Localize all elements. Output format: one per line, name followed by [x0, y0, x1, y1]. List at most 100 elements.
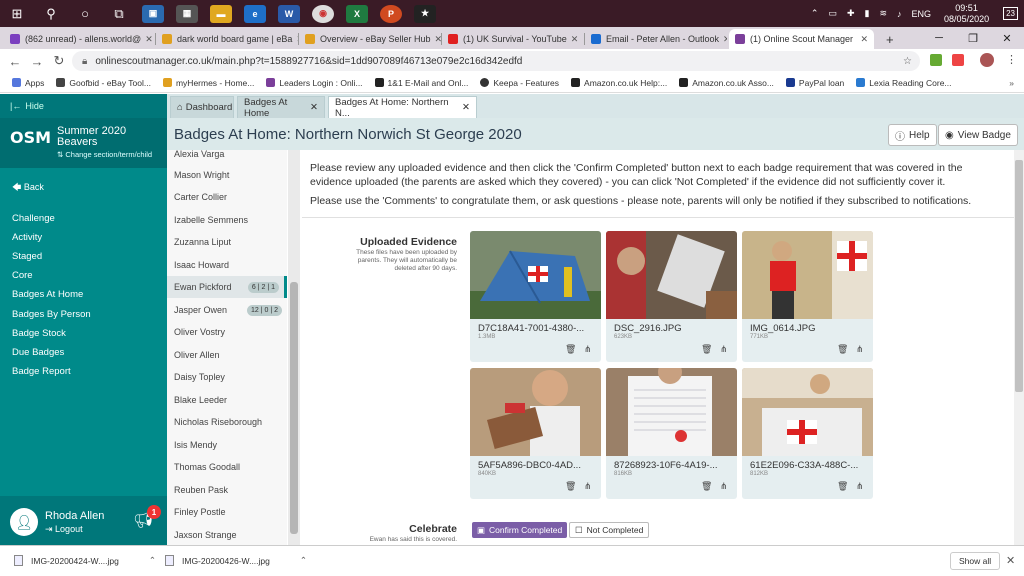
tab-badges-at-home-northern[interactable]: Badges At Home: Northern N... ✕	[328, 96, 477, 119]
excel-icon[interactable]: X	[346, 4, 368, 23]
share-icon[interactable]: ⋔	[856, 481, 864, 492]
hide-sidebar-button[interactable]: |← Hide	[0, 94, 167, 118]
logout-link[interactable]: ⇥ Logout	[45, 524, 83, 535]
member-item[interactable]: Carter Collier	[167, 186, 287, 208]
reload-icon[interactable]: ↻	[48, 53, 70, 69]
evidence-thumbnail[interactable]	[470, 231, 601, 319]
evidence-thumbnail[interactable]	[470, 368, 601, 456]
search-icon[interactable]: ⚲	[34, 0, 68, 27]
close-icon[interactable]: ✕	[310, 102, 318, 113]
nav-item-badges-at-home[interactable]: Badges At Home	[12, 289, 83, 300]
word-icon[interactable]: W	[278, 4, 300, 23]
browser-tab[interactable]: (862 unread) - allens.world@ ✕	[4, 29, 154, 49]
tab-dashboard[interactable]: ⌂ Dashboard	[170, 96, 234, 118]
nav-item-due-badges[interactable]: Due Badges	[12, 347, 64, 358]
back-arrow-icon[interactable]: ←	[4, 54, 26, 69]
flag-icon[interactable]: ✚	[847, 8, 855, 19]
bookmark-item[interactable]: Apps	[12, 78, 44, 88]
share-icon[interactable]: ⋔	[584, 481, 592, 492]
close-icon[interactable]: ✕	[1006, 554, 1015, 567]
media-app-icon[interactable]: ★	[414, 4, 436, 23]
evidence-card[interactable]: DSC_2916.JPG 623KB 🗑︎ ⋔	[606, 231, 737, 362]
clock[interactable]: 09:51 08/05/2020	[944, 3, 989, 25]
browser-tab[interactable]: Overview - eBay Seller Hub ✕	[299, 29, 441, 49]
change-section-link[interactable]: ⇅ Change section/term/child	[57, 150, 152, 159]
bookmark-item[interactable]: PayPal loan	[785, 78, 844, 88]
member-item[interactable]: Jaxson Strange	[167, 524, 287, 545]
bookmark-item[interactable]: Amazon.co.uk Asso...	[679, 78, 774, 88]
bookmark-item[interactable]: Keepa - Features	[480, 78, 559, 88]
minimize-icon[interactable]: ─	[922, 32, 956, 44]
bookmark-item[interactable]: Goofbid - eBay Tool...	[56, 78, 151, 88]
delete-icon[interactable]: 🗑︎	[837, 344, 848, 355]
powerpoint-icon[interactable]: P	[380, 4, 402, 23]
close-icon[interactable]: ✕	[856, 34, 868, 45]
delete-icon[interactable]: 🗑︎	[701, 344, 712, 355]
member-item[interactable]: Jasper Owen 12 | 0 | 2	[167, 299, 287, 321]
evidence-thumbnail[interactable]	[742, 368, 873, 456]
delete-icon[interactable]: 🗑︎	[565, 481, 576, 492]
more-bookmarks-icon[interactable]: »	[1009, 78, 1014, 88]
member-item[interactable]: Reuben Pask	[167, 479, 287, 501]
evidence-thumbnail[interactable]	[742, 231, 873, 319]
browser-tab[interactable]: (1) UK Survival - YouTube ✕	[442, 29, 584, 49]
main-scroll-thumb[interactable]	[1015, 160, 1023, 392]
member-item[interactable]: Blake Leeder	[167, 389, 287, 411]
member-item[interactable]: Mason Wright	[167, 164, 287, 186]
profile-avatar[interactable]	[980, 53, 994, 67]
nav-item-badge-report[interactable]: Badge Report	[12, 366, 71, 377]
nav-item-badges-by-person[interactable]: Badges By Person	[12, 309, 91, 320]
volume-icon[interactable]: ♪	[897, 9, 902, 19]
member-item-selected[interactable]: Ewan Pickford 6 | 2 | 1	[167, 276, 287, 298]
url-field[interactable]: 🔒︎ onlinescoutmanager.co.uk/main.php?t=1…	[72, 51, 920, 71]
edge-icon[interactable]: e	[244, 4, 266, 23]
nav-item-activity[interactable]: Activity	[12, 232, 42, 243]
notification-badge[interactable]: 1	[147, 505, 161, 519]
language-indicator[interactable]: ENG	[912, 9, 932, 19]
member-item[interactable]: Finley Postle	[167, 501, 287, 523]
chrome-icon[interactable]: ◉	[312, 4, 334, 23]
delete-icon[interactable]: 🗑︎	[701, 481, 712, 492]
cortana-icon[interactable]: ○	[68, 0, 102, 27]
close-icon[interactable]: ✕	[462, 102, 470, 113]
member-item[interactable]: Zuzanna Liput	[167, 231, 287, 253]
file-explorer-icon[interactable]: ▬	[210, 4, 232, 23]
member-item[interactable]: Isaac Howard	[167, 254, 287, 276]
evidence-thumbnail[interactable]	[606, 368, 737, 456]
confirm-completed-button[interactable]: ▣ Confirm Completed	[472, 522, 568, 538]
windows-start-icon[interactable]: ⊞	[0, 0, 34, 27]
member-item[interactable]: Oliver Allen	[167, 344, 287, 366]
member-item[interactable]: Daisy Topley	[167, 366, 287, 388]
browser-tab-active[interactable]: (1) Online Scout Manager ✕	[729, 29, 874, 49]
close-icon[interactable]: ✕	[719, 34, 727, 45]
tab-badges-at-home[interactable]: Badges At Home ✕	[237, 96, 325, 119]
share-icon[interactable]: ⋔	[720, 481, 728, 492]
chevron-up-icon[interactable]: ⌃	[300, 555, 307, 566]
bookmark-item[interactable]: Amazon.co.uk Help:...	[571, 78, 667, 88]
wifi-icon[interactable]: ≋	[879, 8, 887, 19]
member-item[interactable]: Alexia Varga	[167, 150, 287, 165]
extension-icon[interactable]	[930, 54, 942, 66]
evidence-card[interactable]: 5AF5A896-DBC0-4AD... 840KB 🗑︎ ⋔	[470, 368, 601, 499]
evidence-card[interactable]: IMG_0614.JPG 771KB 🗑︎ ⋔	[742, 231, 873, 362]
download-item[interactable]: IMG-20200424-W....jpg ⌃	[14, 555, 156, 566]
section-selector[interactable]: OSM Summer 2020 Beavers ⇅ Change section…	[0, 118, 167, 168]
task-view-icon[interactable]: ⧉	[102, 0, 136, 27]
new-tab-button[interactable]: +	[880, 29, 900, 49]
nav-item-challenge[interactable]: Challenge	[12, 213, 55, 224]
nav-item-core[interactable]: Core	[12, 270, 33, 281]
bookmark-item[interactable]: 1&1 E-Mail and Onl...	[374, 78, 468, 88]
maximize-icon[interactable]: ❐	[956, 32, 990, 45]
close-window-icon[interactable]: ✕	[990, 32, 1024, 45]
view-badge-button[interactable]: ◉ View Badge	[938, 124, 1018, 146]
chevron-up-icon[interactable]: ⌃	[811, 8, 819, 19]
browser-tab[interactable]: dark world board game | eBa ✕	[156, 29, 298, 49]
chevron-up-icon[interactable]: ⌃	[149, 555, 156, 566]
back-link[interactable]: 🡄 Back	[12, 180, 44, 196]
show-all-button[interactable]: Show all	[950, 552, 1001, 570]
bookmark-item[interactable]: Leaders Login : Onli...	[266, 78, 363, 88]
nav-item-badge-stock[interactable]: Badge Stock	[12, 328, 66, 339]
network-icon[interactable]: ▭	[828, 8, 837, 19]
forward-arrow-icon[interactable]: →	[26, 54, 48, 69]
not-completed-button[interactable]: ☐ Not Completed	[569, 522, 650, 538]
